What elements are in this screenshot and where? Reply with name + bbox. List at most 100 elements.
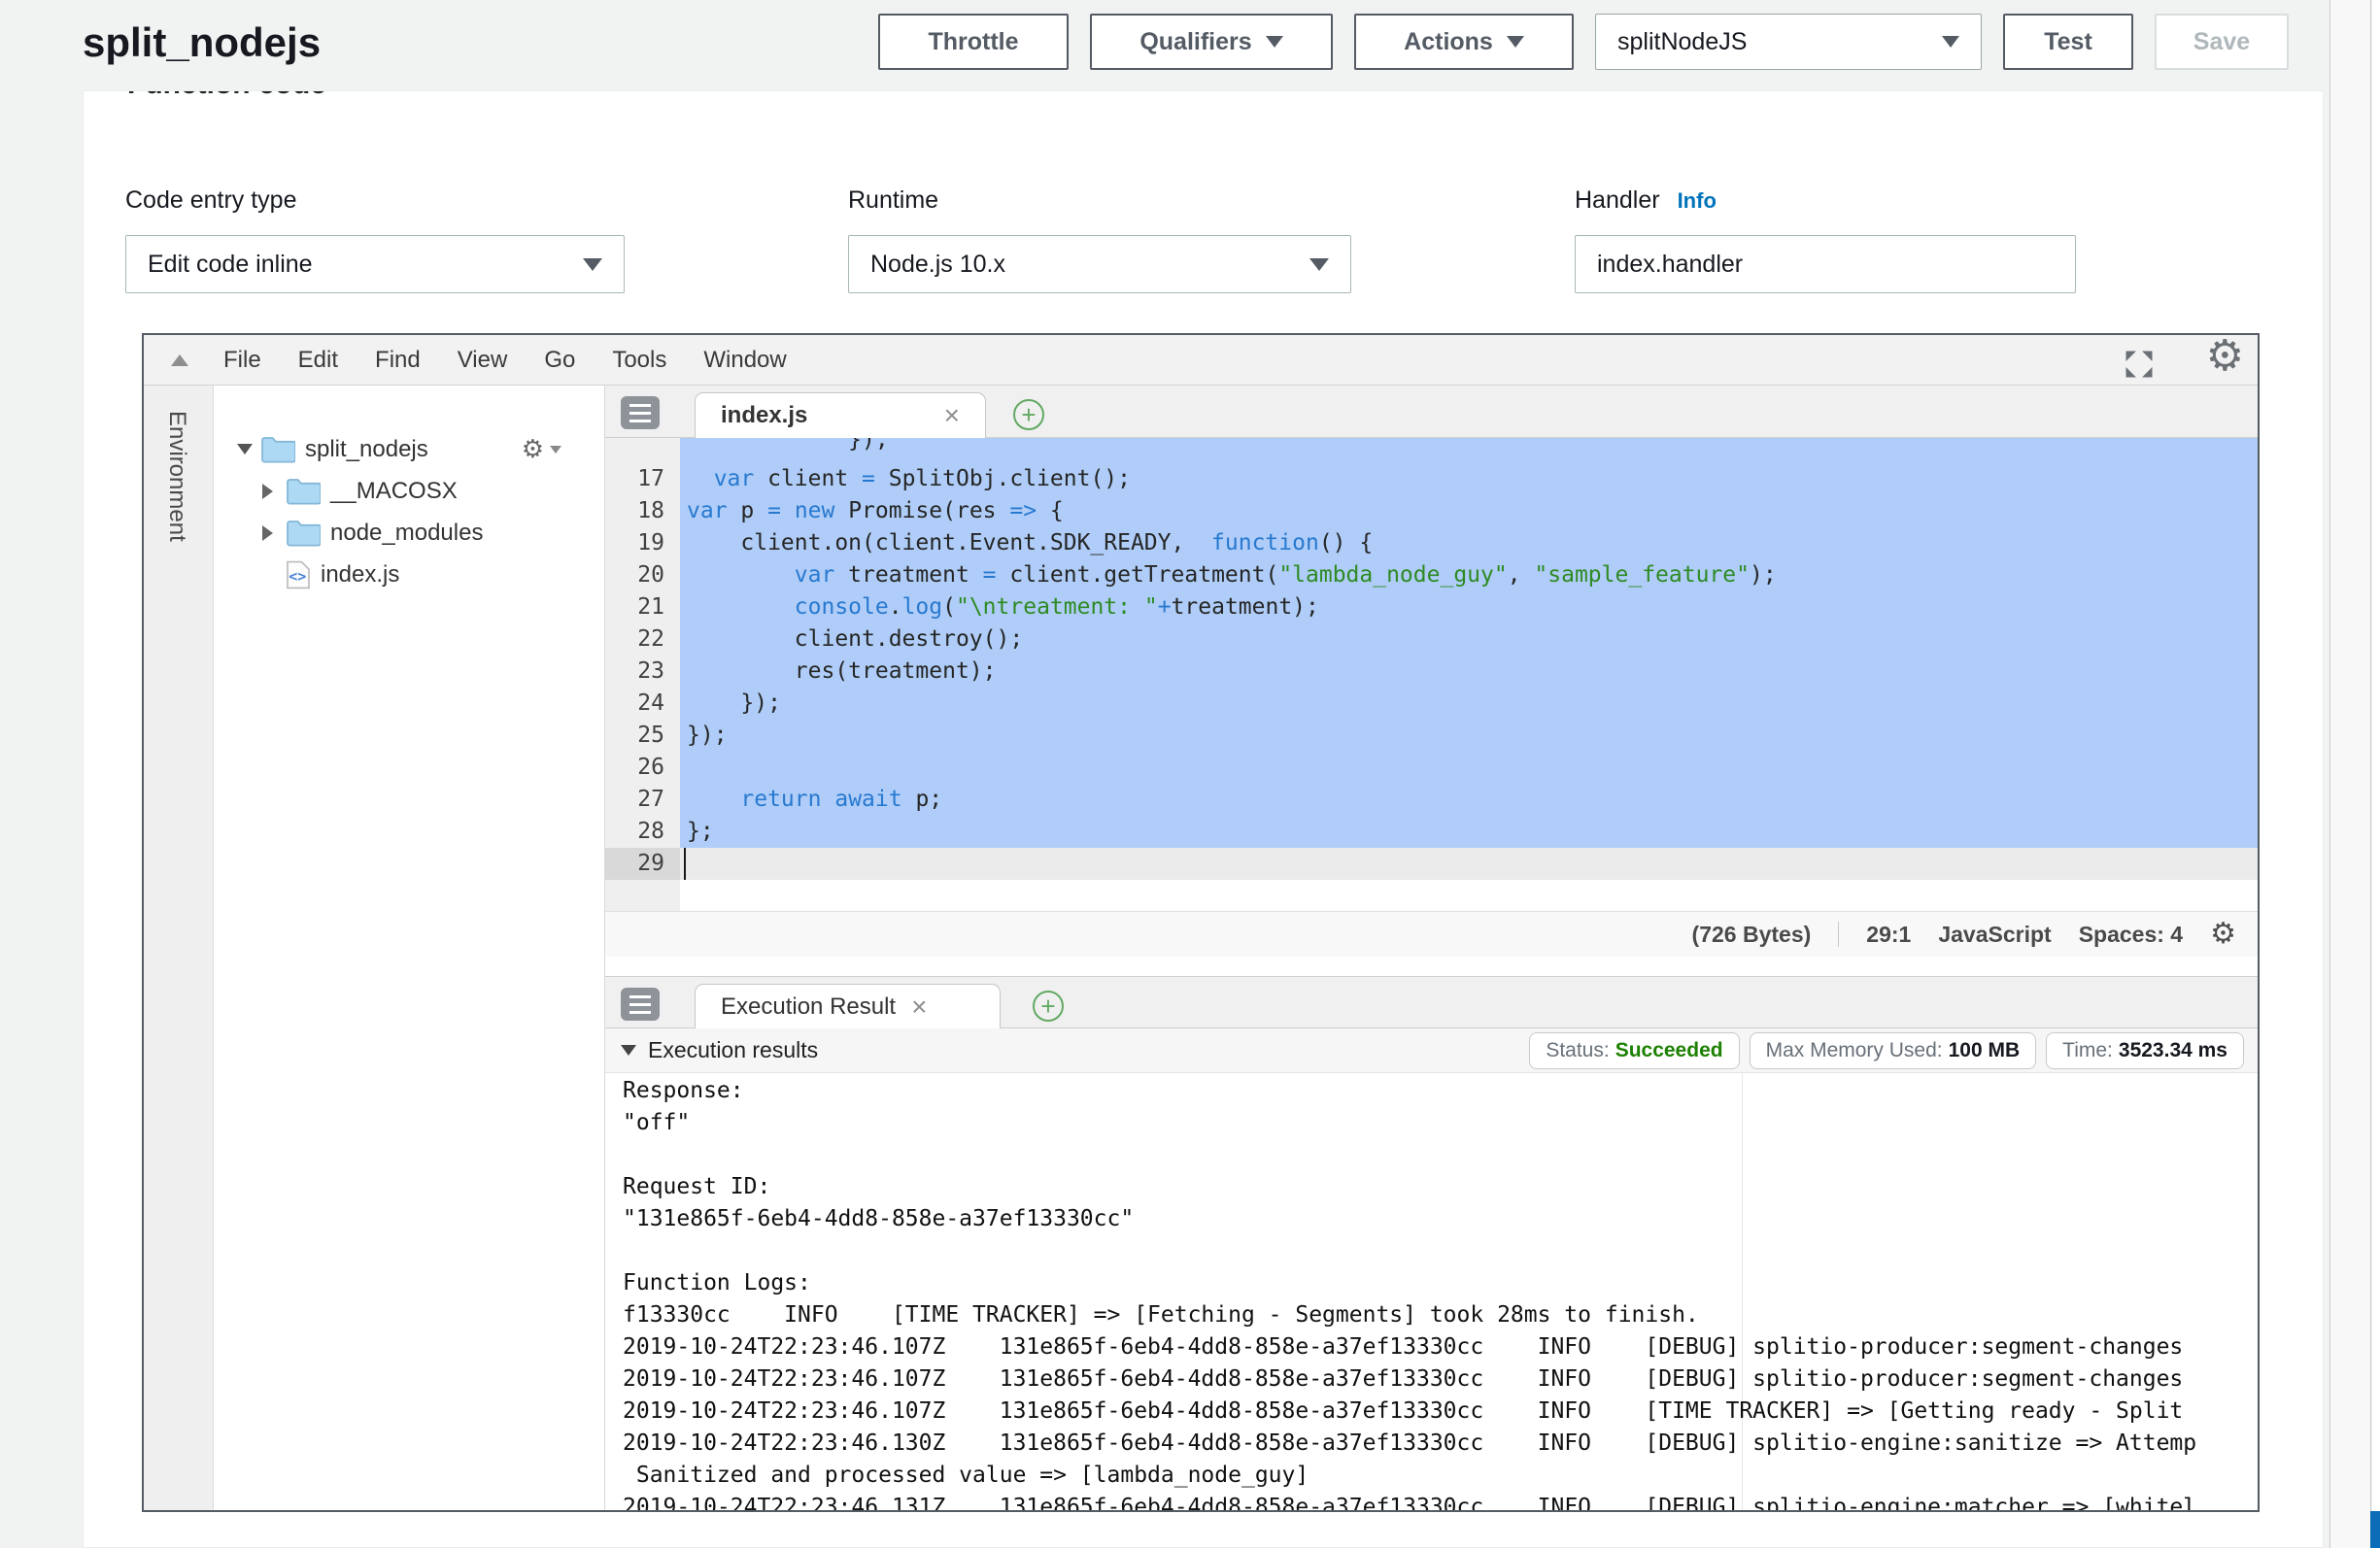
gutter-line-number[interactable]: 29 xyxy=(605,848,680,880)
divider xyxy=(1838,922,1839,947)
tab-execution-result[interactable]: Execution Result × xyxy=(695,984,1001,1029)
handler-input[interactable] xyxy=(1575,235,2076,293)
actions-button[interactable]: Actions xyxy=(1354,14,1574,70)
handler-info-link[interactable]: Info xyxy=(1678,188,1717,213)
folder-icon xyxy=(286,520,321,547)
gutter-line-number[interactable]: 21 xyxy=(605,591,680,623)
code-editor[interactable]: 17181920212223242526272829 }); var clien… xyxy=(605,438,2258,911)
editor-main-pane: index.js × + 17181920212223242526272829 … xyxy=(605,386,2258,1510)
code-line-16-partial: }); xyxy=(687,438,2258,463)
code-line-22[interactable]: client.destroy(); xyxy=(687,623,2258,656)
menu-view[interactable]: View xyxy=(458,347,508,374)
chevron-down-icon xyxy=(1266,36,1283,48)
qualifiers-button[interactable]: Qualifiers xyxy=(1090,14,1333,70)
svg-text:<>: <> xyxy=(289,567,306,585)
page-scrollbar[interactable] xyxy=(2329,0,2371,1548)
file-tree: split_nodejs ⚙ __MACOSX node_modules <> index… xyxy=(214,386,605,1510)
code-line-19[interactable]: client.on(client.Event.SDK_READY, functi… xyxy=(687,527,2258,559)
cursor-position[interactable]: 29:1 xyxy=(1866,922,1911,948)
statusbar-gear-icon[interactable]: ⚙ xyxy=(2210,920,2236,949)
caret-right-icon[interactable] xyxy=(262,484,286,499)
result-line: Response: xyxy=(623,1075,2258,1107)
tree-item-split-nodejs[interactable]: split_nodejs ⚙ xyxy=(214,428,604,470)
menu-tools[interactable]: Tools xyxy=(612,347,666,374)
tree-item-label: __MACOSX xyxy=(330,478,458,505)
text-cursor xyxy=(684,848,686,880)
menu-window[interactable]: Window xyxy=(703,347,786,374)
gutter-line-number[interactable]: 26 xyxy=(605,752,680,784)
result-line: 2019-10-24T22:23:46.107Z 131e865f-6eb4-4… xyxy=(623,1396,2258,1428)
code-line-17[interactable]: var client = SplitObj.client(); xyxy=(687,463,2258,495)
environment-sidebar-tab[interactable]: Environment xyxy=(144,386,214,1510)
test-event-select[interactable]: splitNodeJS xyxy=(1595,14,1982,70)
indentation-setting[interactable]: Spaces: 4 xyxy=(2079,922,2183,948)
caret-down-icon[interactable] xyxy=(237,444,260,454)
window-edge xyxy=(2372,0,2380,1548)
result-line: 2019-10-24T22:23:46.107Z 131e865f-6eb4-4… xyxy=(623,1331,2258,1363)
tree-item--macosx[interactable]: __MACOSX xyxy=(214,470,604,512)
result-badge-time: Time: 3523.34 ms xyxy=(2046,1032,2244,1069)
chevron-down-icon xyxy=(1507,36,1524,48)
code-line-24[interactable]: }); xyxy=(687,688,2258,720)
gutter-line-number[interactable]: 27 xyxy=(605,784,680,816)
menu-find[interactable]: Find xyxy=(375,347,421,374)
code-line-28[interactable]: }; xyxy=(687,816,2258,848)
throttle-button[interactable]: Throttle xyxy=(878,14,1069,70)
result-line: 2019-10-24T22:23:46.131Z 131e865f-6eb4-4… xyxy=(623,1492,2258,1510)
test-button[interactable]: Test xyxy=(2003,14,2133,70)
save-button[interactable]: Save xyxy=(2155,14,2289,70)
folder-icon xyxy=(260,436,295,463)
gutter-line-number[interactable]: 23 xyxy=(605,656,680,688)
tree-item-index.js[interactable]: <> index.js xyxy=(214,554,604,595)
gutter-line-number[interactable]: 20 xyxy=(605,559,680,591)
result-line: f13330cc INFO [TIME TRACKER] => [Fetchin… xyxy=(623,1299,2258,1331)
new-tab-plus-icon[interactable]: + xyxy=(1033,991,1064,1022)
close-icon[interactable]: × xyxy=(911,992,927,1023)
tree-item-label: index.js xyxy=(321,561,399,589)
close-icon[interactable]: × xyxy=(944,400,960,431)
collapse-menubar-icon[interactable] xyxy=(171,354,188,366)
gutter-line-number[interactable]: 17 xyxy=(605,463,680,495)
caret-down-icon[interactable] xyxy=(621,1045,636,1056)
gutter-line-number[interactable]: 25 xyxy=(605,720,680,752)
tab-list-icon[interactable] xyxy=(621,396,660,429)
caret-right-icon[interactable] xyxy=(262,525,286,541)
blue-sliver xyxy=(2370,1511,2380,1548)
gutter-line-number[interactable]: 28 xyxy=(605,816,680,848)
execution-badges: Status: SucceededMax Memory Used: 100 MB… xyxy=(1529,1032,2244,1069)
runtime-select[interactable]: Node.js 10.x xyxy=(848,235,1351,293)
code-line-21[interactable]: console.log("\ntreatment: "+treatment); xyxy=(687,591,2258,623)
gutter-line-number[interactable]: 22 xyxy=(605,623,680,656)
tree-item-label: split_nodejs xyxy=(305,436,428,463)
result-line: "131e865f-6eb4-4dd8-858e-a37ef13330cc" xyxy=(623,1203,2258,1235)
tree-item-node-modules[interactable]: node_modules xyxy=(214,512,604,554)
gutter-line-number[interactable]: 19 xyxy=(605,527,680,559)
gutter-line-number[interactable]: 18 xyxy=(605,495,680,527)
result-line xyxy=(623,1235,2258,1267)
gutter-line-number[interactable]: 24 xyxy=(605,688,680,720)
code-line-20[interactable]: var treatment = client.getTreatment("lam… xyxy=(687,559,2258,591)
new-tab-plus-icon[interactable]: + xyxy=(1013,399,1044,430)
code-line-29[interactable] xyxy=(687,848,2258,880)
menu-go[interactable]: Go xyxy=(544,347,575,374)
menu-edit[interactable]: Edit xyxy=(298,347,338,374)
code-line-23[interactable]: res(treatment); xyxy=(687,656,2258,688)
code-line-27[interactable]: return await p; xyxy=(687,784,2258,816)
code-line-26[interactable] xyxy=(687,752,2258,784)
folder-icon xyxy=(286,478,321,505)
menu-items: File Edit Find View Go Tools Window xyxy=(223,347,787,374)
result-badge-maxmemoryused: Max Memory Used: 100 MB xyxy=(1750,1032,2037,1069)
page-title: split_nodejs xyxy=(83,19,321,66)
tree-settings-gear-icon[interactable]: ⚙ xyxy=(522,434,561,464)
fullscreen-icon[interactable] xyxy=(2122,347,2157,387)
result-line: Sanitized and processed value => [lambda… xyxy=(623,1460,2258,1492)
tree-item-label: node_modules xyxy=(330,520,483,547)
editor-settings-gear-icon[interactable]: ⚙ xyxy=(2206,339,2244,374)
code-entry-type-select[interactable]: Edit code inline xyxy=(125,235,625,293)
code-line-18[interactable]: var p = new Promise(res => { xyxy=(687,495,2258,527)
tab-list-icon[interactable] xyxy=(621,988,660,1021)
code-line-25[interactable]: }); xyxy=(687,720,2258,752)
language-mode[interactable]: JavaScript xyxy=(1938,922,2051,948)
menu-file[interactable]: File xyxy=(223,347,261,374)
tab-index-js[interactable]: index.js × xyxy=(695,392,986,438)
